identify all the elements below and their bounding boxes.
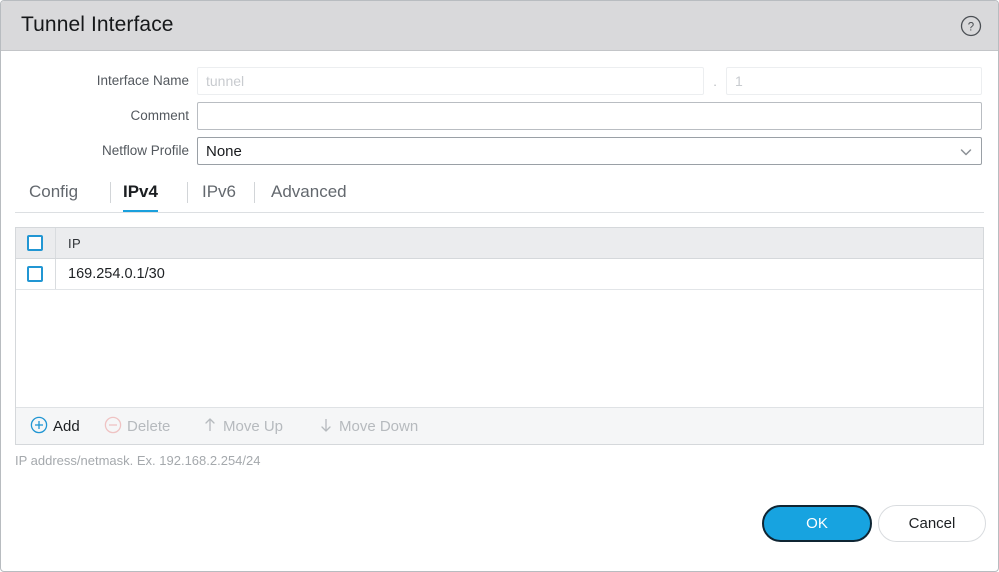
tab-config[interactable]: Config [29, 175, 78, 213]
netflow-profile-row: Netflow Profile None [1, 137, 998, 165]
select-all-checkbox[interactable] [27, 235, 43, 251]
tab-advanced[interactable]: Advanced [271, 175, 347, 213]
helper-text: IP address/netmask. Ex. 192.168.2.254/24 [15, 453, 261, 468]
tab-divider [254, 182, 255, 203]
interface-suffix-input[interactable] [726, 67, 982, 95]
ip-table: IP 169.254.0.1/30 Add Delete Move Up Mov… [15, 227, 984, 445]
select-all-cell [16, 228, 56, 258]
table-row[interactable]: 169.254.0.1/30 [16, 259, 983, 290]
comment-row: Comment [1, 102, 998, 130]
cancel-button[interactable]: Cancel [878, 505, 986, 542]
add-button[interactable]: Add [30, 408, 80, 445]
chevron-down-icon [959, 145, 973, 159]
tab-divider [110, 182, 111, 203]
arrow-up-icon [202, 416, 218, 438]
tunnel-interface-dialog: Tunnel Interface ? Interface Name . Comm… [0, 0, 999, 572]
dialog-footer: OK Cancel [1, 499, 998, 559]
arrow-down-icon [318, 416, 334, 438]
name-separator: . [713, 74, 717, 89]
column-header-ip: IP [68, 236, 82, 251]
tab-ipv6[interactable]: IPv6 [202, 175, 236, 213]
delete-button-label: Delete [127, 418, 171, 435]
interface-name-label: Interface Name [96, 73, 189, 88]
table-empty-area [16, 290, 983, 413]
interface-name-input[interactable] [197, 67, 704, 95]
move-down-button[interactable]: Move Down [318, 408, 418, 445]
tab-bar: Config IPv4 IPv6 Advanced [15, 175, 984, 215]
svg-text:?: ? [968, 21, 974, 33]
comment-input[interactable] [197, 102, 982, 130]
delete-button[interactable]: Delete [104, 408, 170, 445]
row-checkbox[interactable] [27, 266, 43, 282]
move-down-button-label: Move Down [339, 418, 419, 435]
dialog-titlebar: Tunnel Interface ? [1, 1, 998, 51]
move-up-button-label: Move Up [223, 418, 284, 435]
table-toolbar: Add Delete Move Up Move Down [16, 407, 983, 444]
tab-divider [187, 182, 188, 203]
page-title: Tunnel Interface [21, 13, 174, 36]
netflow-profile-select[interactable]: None [197, 137, 982, 165]
comment-label: Comment [130, 108, 189, 123]
plus-circle-icon [30, 416, 48, 438]
tab-bottom-rule [15, 212, 984, 213]
row-select-cell [16, 259, 56, 289]
interface-name-row: Interface Name . [1, 67, 998, 95]
table-header-row: IP [16, 228, 983, 259]
question-circle-icon[interactable]: ? [960, 15, 982, 37]
ok-button[interactable]: OK [762, 505, 872, 542]
add-button-label: Add [53, 418, 80, 435]
netflow-profile-label: Netflow Profile [101, 143, 189, 158]
move-up-button[interactable]: Move Up [202, 408, 283, 445]
netflow-profile-value: None [206, 143, 242, 160]
minus-circle-icon [104, 416, 122, 438]
cell-ip: 169.254.0.1/30 [68, 266, 165, 282]
tab-ipv4[interactable]: IPv4 [123, 175, 158, 213]
